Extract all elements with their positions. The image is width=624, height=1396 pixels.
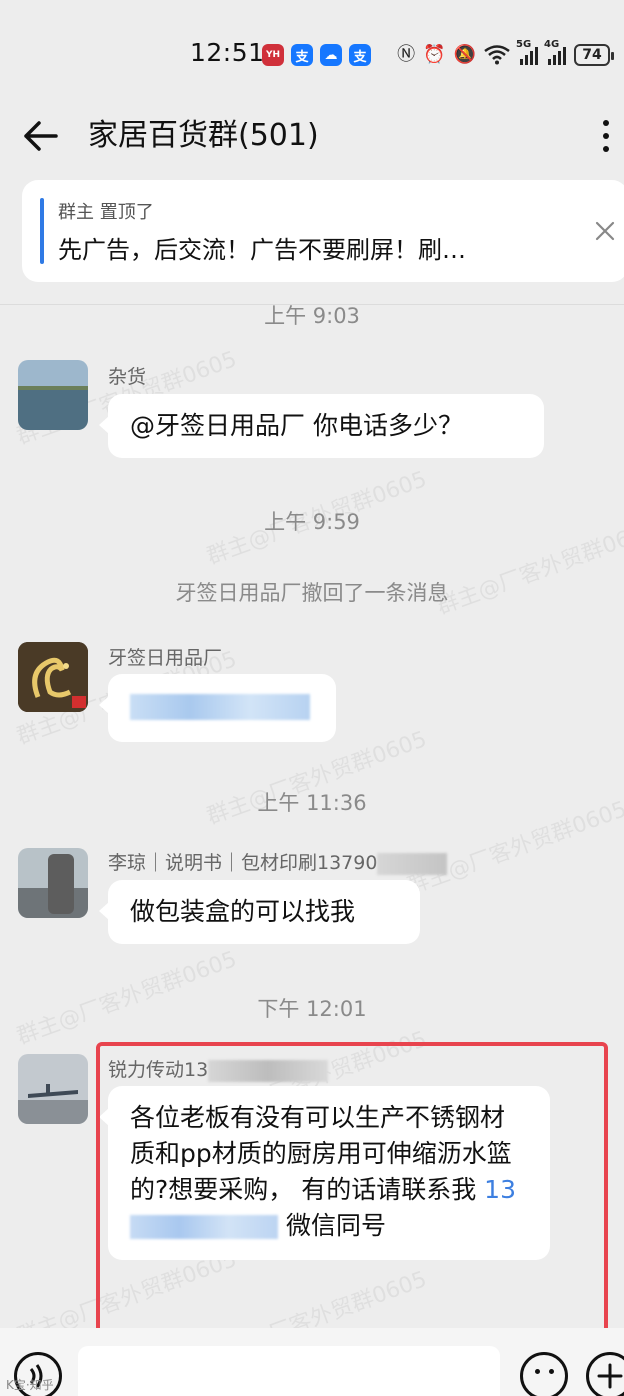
source-label: K宝·知乎	[6, 1378, 54, 1392]
wifi-icon	[484, 45, 510, 65]
more-options-icon[interactable]	[596, 116, 616, 156]
timestamp: 下午 12:01	[257, 997, 367, 1021]
redacted-content	[377, 852, 448, 875]
pinned-accent-bar	[40, 198, 44, 264]
sender-name: 李琼｜说明书｜包材印刷13790	[108, 848, 448, 875]
nfc-icon: Ⓝ	[397, 44, 416, 65]
message-text: 做包装盒的可以找我	[130, 897, 356, 926]
status-bar: 12:51 YH 支 ☁ 支 Ⓝ ⏰ 🔕 5G 4G 74	[0, 0, 624, 100]
pinned-text: 先广告，后交流！广告不要刷屏！刷…	[58, 236, 466, 264]
avatar[interactable]	[18, 848, 88, 918]
plus-icon[interactable]	[586, 1352, 624, 1396]
message-bubble[interactable]: @牙签日用品厂 你电话多少？	[99, 394, 544, 458]
alipay-icon: 支	[349, 44, 371, 66]
pinned-message[interactable]: 群主 置顶了 先广告，后交流！广告不要刷屏！刷…	[22, 180, 624, 282]
system-message: 牙签日用品厂撤回了一条消息	[175, 581, 449, 605]
signal-4g-icon: 4G	[544, 39, 566, 65]
mute-icon: 🔕	[453, 44, 476, 65]
status-icons: Ⓝ ⏰ 🔕 5G 4G 74	[397, 39, 614, 70]
sender-name: 牙签日用品厂	[108, 647, 223, 669]
avatar[interactable]	[18, 642, 88, 712]
signal-5g-icon: 5G	[516, 39, 538, 65]
yh-app-icon: YH	[262, 44, 284, 66]
timestamp: 上午 9:03	[264, 304, 360, 328]
chat-title: 家居百货群(501)	[88, 118, 319, 153]
battery-indicator: 74	[574, 44, 614, 66]
message-bubble-redacted[interactable]	[99, 674, 336, 742]
message-bubble[interactable]: 做包装盒的可以找我	[99, 880, 420, 944]
avatar[interactable]	[18, 360, 88, 430]
emoji-icon[interactable]	[520, 1352, 568, 1396]
pinned-meta: 群主 置顶了	[58, 202, 154, 223]
avatar[interactable]	[18, 1054, 88, 1124]
timestamp: 上午 9:59	[264, 510, 360, 534]
title-bar: 家居百货群(501)	[0, 100, 624, 172]
clock: 12:51	[190, 38, 265, 67]
highlight-frame	[96, 1042, 608, 1338]
redacted-content	[130, 694, 310, 720]
alarm-icon: ⏰	[423, 44, 446, 65]
message-input[interactable]	[78, 1346, 500, 1396]
alipay-icon: 支	[291, 44, 313, 66]
sender-name: 杂货	[108, 366, 147, 388]
timestamp: 上午 11:36	[257, 791, 367, 815]
input-bar	[0, 1328, 624, 1396]
message-text: @牙签日用品厂 你电话多少？	[130, 411, 463, 440]
cloud-app-icon: ☁	[320, 44, 342, 66]
back-arrow-icon[interactable]	[22, 116, 62, 156]
close-icon[interactable]	[590, 216, 620, 246]
